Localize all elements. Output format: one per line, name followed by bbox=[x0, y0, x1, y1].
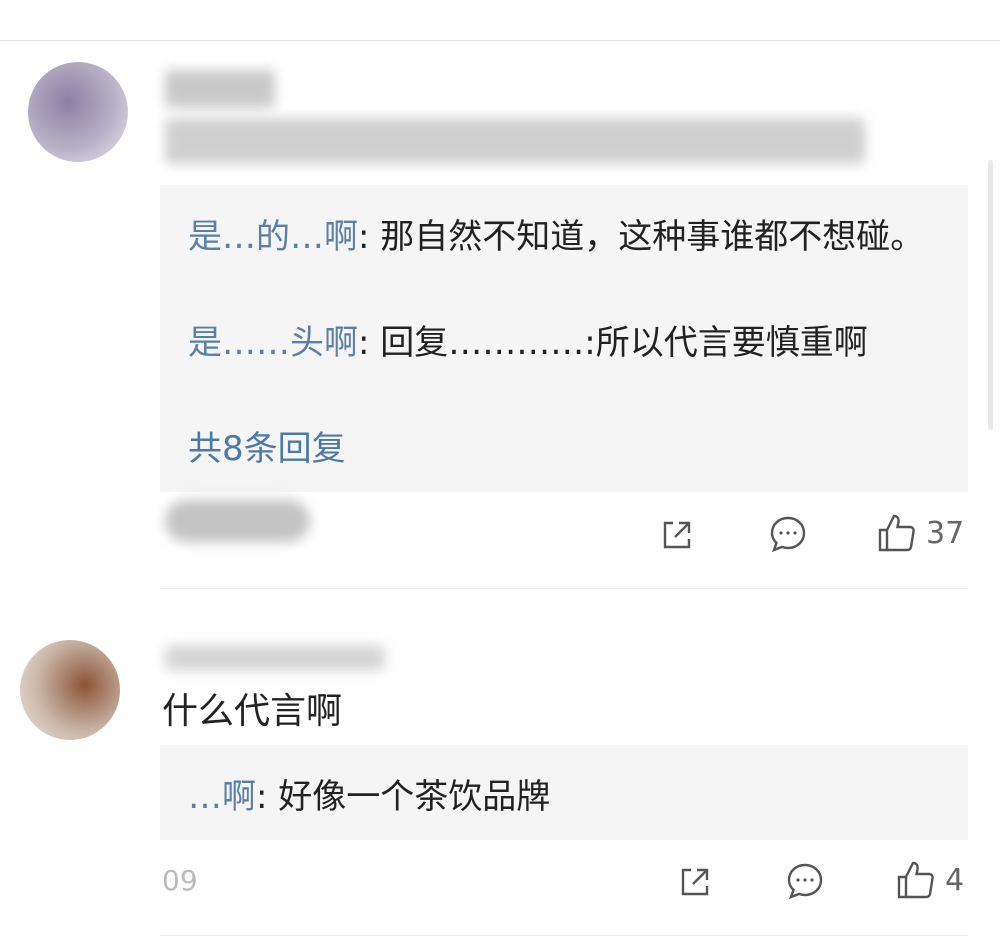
username-redacted[interactable] bbox=[165, 70, 275, 108]
reply-text: : 好像一个茶饮品牌 bbox=[256, 777, 551, 817]
comment-divider bbox=[160, 935, 968, 936]
reply-author[interactable]: 是…的…啊 bbox=[188, 217, 358, 257]
comment-text: 什么代言啊 bbox=[162, 691, 343, 732]
like-button[interactable]: 4 bbox=[895, 857, 973, 903]
reply-author[interactable]: …啊 bbox=[188, 777, 256, 817]
comment-button[interactable] bbox=[782, 858, 828, 904]
reply-item[interactable]: …啊: 好像一个茶饮品牌 bbox=[188, 771, 928, 823]
like-count: 4 bbox=[945, 862, 965, 898]
like-icon bbox=[897, 861, 934, 899]
top-divider bbox=[0, 40, 1000, 41]
share-icon bbox=[663, 521, 691, 549]
comment-button[interactable] bbox=[765, 511, 811, 557]
timestamp-redacted bbox=[165, 500, 310, 542]
like-icon bbox=[878, 514, 915, 552]
comment-text-redacted bbox=[165, 118, 865, 164]
share-button[interactable] bbox=[655, 513, 699, 557]
reply-list: …啊: 好像一个茶饮品牌 bbox=[160, 745, 968, 840]
comment-divider bbox=[160, 588, 968, 589]
username-redacted[interactable] bbox=[165, 645, 385, 671]
scrollbar[interactable] bbox=[988, 160, 993, 430]
reply-list: 是…的…啊: 那自然不知道，这种事谁都不想碰。 是……头啊: 回复…………:所以… bbox=[160, 185, 968, 492]
reply-author[interactable]: 是……头啊 bbox=[188, 323, 358, 363]
share-icon bbox=[681, 868, 709, 896]
reply-text: : 回复…………:所以代言要慎重啊 bbox=[358, 323, 868, 363]
reply-text: : 那自然不知道，这种事谁都不想碰。 bbox=[358, 217, 925, 257]
avatar[interactable] bbox=[20, 640, 120, 740]
comment-time: 09 bbox=[162, 864, 198, 897]
share-button[interactable] bbox=[673, 860, 717, 904]
comment-icon bbox=[770, 516, 806, 553]
comment-icon bbox=[787, 863, 823, 900]
reply-item[interactable]: 是…的…啊: 那自然不知道，这种事谁都不想碰。 bbox=[188, 211, 928, 263]
like-count: 37 bbox=[926, 515, 965, 551]
avatar[interactable] bbox=[28, 62, 128, 162]
like-button[interactable]: 37 bbox=[876, 510, 972, 556]
reply-item[interactable]: 是……头啊: 回复…………:所以代言要慎重啊 bbox=[188, 317, 928, 369]
more-replies-link[interactable]: 共8条回复 bbox=[188, 423, 346, 475]
